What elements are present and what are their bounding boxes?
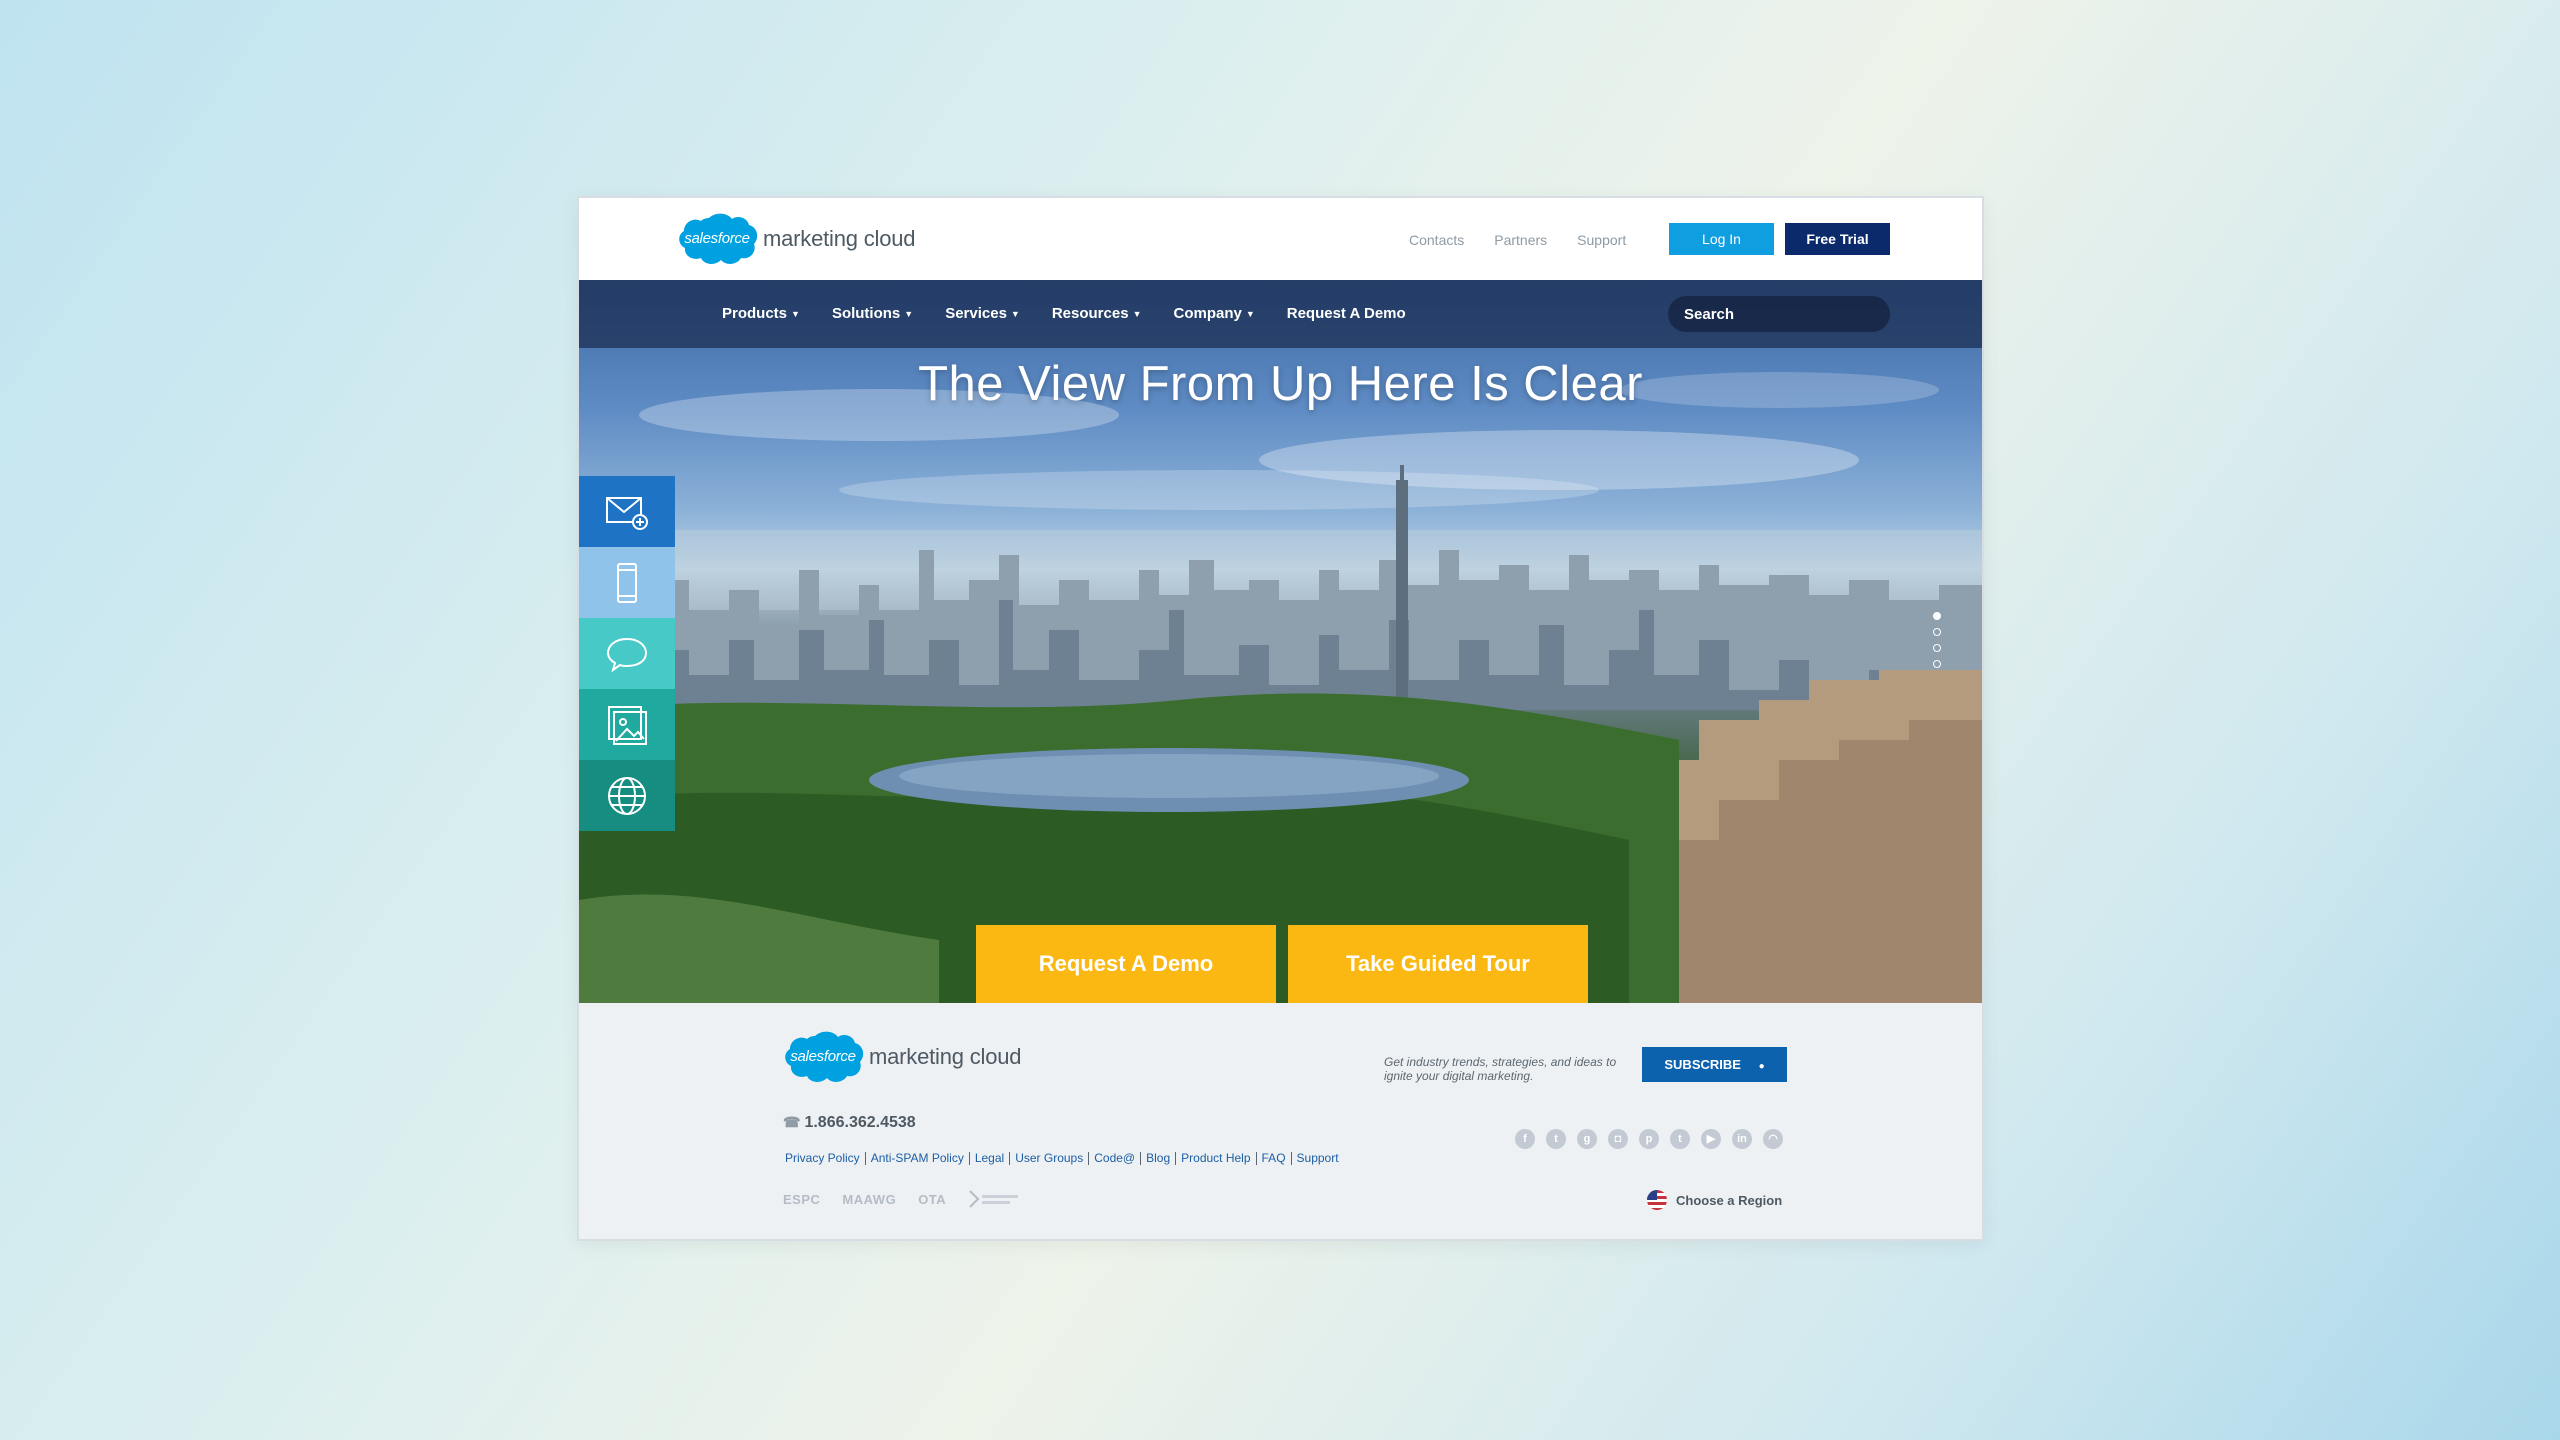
site-footer: salesforce marketing cloud Get industry … <box>579 1003 1982 1239</box>
footer-link[interactable]: Support <box>1292 1152 1344 1165</box>
hero-title: The View From Up Here Is Clear <box>918 357 1643 411</box>
nav-resources[interactable]: Resources ▼ <box>1052 280 1142 348</box>
us-flag-icon <box>1647 1190 1667 1210</box>
free-trial-button[interactable]: Free Trial <box>1785 223 1890 255</box>
top-header: salesforce marketing cloud Contacts Part… <box>579 198 1982 280</box>
footer-link[interactable]: Code@ <box>1089 1152 1142 1165</box>
mobile-channel-tab[interactable] <box>579 547 675 618</box>
salesforce-cloud-logo: salesforce <box>781 1028 865 1086</box>
email-channel-tab[interactable] <box>579 476 675 547</box>
arrow-circle-icon: ● <box>1758 1061 1765 1072</box>
caret-down-icon: ▼ <box>1010 309 1020 319</box>
guided-tour-button[interactable]: Take Guided Tour <box>1288 925 1588 1003</box>
social-links: f t g ◘ p t ▶ in ◠ <box>1515 1129 1783 1149</box>
instagram-icon[interactable]: ◘ <box>1608 1129 1628 1149</box>
espc-logo: ESPC <box>783 1191 821 1207</box>
linkedin-icon[interactable]: in <box>1732 1129 1752 1149</box>
footer-link[interactable]: Product Help <box>1176 1152 1257 1165</box>
tumblr-icon[interactable]: t <box>1670 1129 1690 1149</box>
carousel-dot[interactable] <box>1933 644 1941 652</box>
footer-link[interactable]: User Groups <box>1010 1152 1090 1165</box>
footer-links: Privacy Policy Anti-SPAM Policy Legal Us… <box>785 1152 1344 1165</box>
site-logo[interactable]: salesforce marketing cloud <box>675 210 916 268</box>
nav-services-label: Services <box>945 305 1007 322</box>
footer-link[interactable]: FAQ <box>1257 1152 1292 1165</box>
partner-badge-icon <box>969 1190 1019 1208</box>
region-selector[interactable]: Choose a Region <box>1646 1189 1782 1211</box>
content-channel-tab[interactable] <box>579 689 675 760</box>
nav-products[interactable]: Products ▼ <box>722 280 800 348</box>
mobile-phone-icon <box>617 562 637 603</box>
maawg-logo: MAAWG <box>842 1191 897 1207</box>
twitter-icon[interactable]: t <box>1546 1129 1566 1149</box>
phone-icon: ☎ <box>783 1114 801 1130</box>
main-navigation: Products ▼ Solutions ▼ Services ▼ Resources… <box>579 280 1982 348</box>
globe-icon <box>608 776 646 815</box>
caret-down-icon: ▼ <box>1132 309 1142 319</box>
logo-wordmark: salesforce <box>684 230 750 247</box>
support-link[interactable]: Support <box>1577 232 1626 248</box>
google-plus-icon[interactable]: g <box>1577 1129 1597 1149</box>
logo-product-name: marketing cloud <box>763 226 916 251</box>
subscribe-label: SUBSCRIBE <box>1664 1057 1741 1072</box>
rss-icon[interactable]: ◠ <box>1763 1129 1783 1149</box>
newsletter-tagline: Get industry trends, strategies, and ide… <box>1384 1055 1617 1083</box>
browser-frame: salesforce marketing cloud Contacts Part… <box>577 196 1984 1241</box>
pinterest-icon[interactable]: p <box>1639 1129 1659 1149</box>
partners-link[interactable]: Partners <box>1494 232 1547 248</box>
caret-down-icon: ▼ <box>904 309 914 319</box>
salesforce-cloud-logo: salesforce <box>675 210 759 268</box>
phone-number-text: 1.866.362.4538 <box>804 1114 916 1131</box>
carousel-dot[interactable] <box>1933 612 1941 620</box>
channel-tabs <box>579 476 675 831</box>
chat-bubble-icon <box>606 637 648 672</box>
logo-wordmark: salesforce <box>790 1048 856 1065</box>
login-button[interactable]: Log In <box>1669 223 1774 255</box>
mail-plus-icon <box>606 496 648 530</box>
search-input[interactable] <box>1668 296 1890 332</box>
youtube-icon[interactable]: ▶ <box>1701 1129 1721 1149</box>
footer-link[interactable]: Privacy Policy <box>785 1152 866 1165</box>
footer-link[interactable]: Anti-SPAM Policy <box>866 1152 970 1165</box>
nav-resources-label: Resources <box>1051 305 1129 322</box>
nav-company[interactable]: Company ▼ <box>1173 280 1254 348</box>
ota-logo: OTA <box>918 1191 947 1207</box>
nav-company-label: Company <box>1173 305 1242 322</box>
phone-number[interactable]: ☎ 1.866.362.4538 <box>783 1114 916 1132</box>
request-demo-button[interactable]: Request A Demo <box>976 925 1276 1003</box>
nav-solutions[interactable]: Solutions ▼ <box>832 280 913 348</box>
nav-request-demo[interactable]: Request A Demo <box>1287 280 1406 348</box>
caret-down-icon: ▼ <box>791 309 800 319</box>
caret-down-icon: ▼ <box>1245 309 1255 319</box>
facebook-icon[interactable]: f <box>1515 1129 1535 1149</box>
hero-section: Products ▼ Solutions ▼ Services ▼ Resources… <box>579 280 1982 1003</box>
region-label: Choose a Region <box>1676 1192 1783 1208</box>
carousel-indicators <box>1933 612 1941 676</box>
footer-link[interactable]: Legal <box>970 1152 1011 1165</box>
logo-product-name: marketing cloud <box>869 1044 1022 1069</box>
carousel-dot[interactable] <box>1933 660 1941 668</box>
subscribe-button[interactable]: SUBSCRIBE ● <box>1642 1047 1787 1082</box>
nav-products-label: Products <box>722 305 788 322</box>
contacts-link[interactable]: Contacts <box>1409 232 1464 248</box>
social-channel-tab[interactable] <box>579 618 675 689</box>
association-logos: ESPC MAAWG OTA <box>783 1189 1020 1209</box>
web-channel-tab[interactable] <box>579 760 675 831</box>
footer-logo[interactable]: salesforce marketing cloud <box>781 1028 1022 1086</box>
nav-solutions-label: Solutions <box>831 305 901 322</box>
nav-request-demo-label: Request A Demo <box>1286 305 1406 322</box>
utility-links: Contacts Partners Support <box>1409 232 1626 248</box>
nav-services[interactable]: Services ▼ <box>945 280 1020 348</box>
image-gallery-icon <box>608 705 647 745</box>
carousel-dot[interactable] <box>1933 628 1941 636</box>
footer-link[interactable]: Blog <box>1141 1152 1177 1165</box>
